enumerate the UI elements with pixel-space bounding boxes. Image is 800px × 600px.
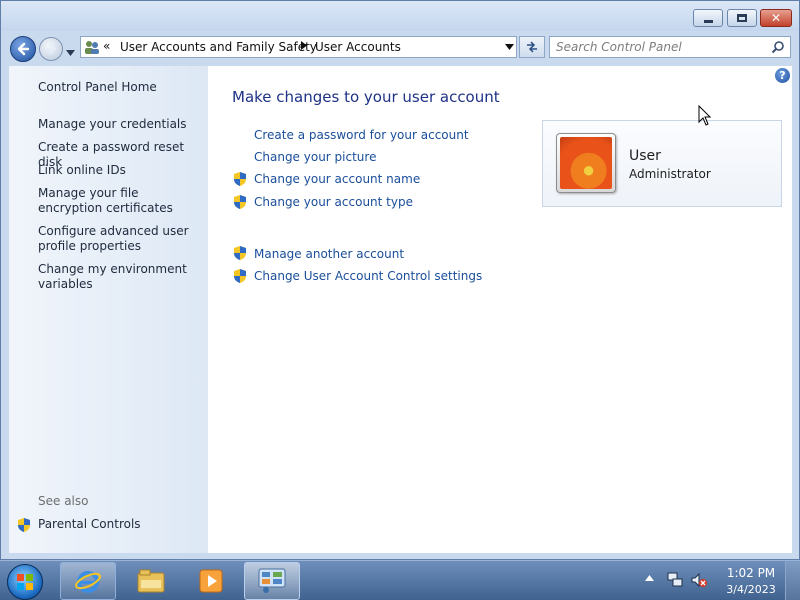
address-dropdown-button[interactable]	[505, 43, 514, 53]
close-button[interactable]: ✕	[760, 9, 792, 27]
media-player-icon	[199, 569, 223, 593]
content-area: Control Panel Home Manage your credentia…	[9, 66, 792, 553]
minimize-button[interactable]	[693, 9, 723, 27]
sidebar-parental-controls[interactable]: Parental Controls	[38, 517, 141, 531]
back-button[interactable]	[10, 36, 36, 62]
taskbar: 1:02 PM 3/4/2023	[0, 560, 800, 600]
help-icon[interactable]: ?	[775, 68, 790, 83]
sidebar-control-panel-home[interactable]: Control Panel Home	[38, 80, 157, 94]
windows-logo-icon	[17, 574, 33, 590]
recent-pages-dropdown[interactable]	[66, 45, 75, 59]
maximize-icon	[737, 14, 747, 22]
network-icon[interactable]	[666, 571, 684, 589]
navigation-bar: « User Accounts and Family Safety User A…	[1, 31, 799, 65]
breadcrumb-overflow-button[interactable]: «	[103, 39, 110, 53]
breadcrumb-user-accounts[interactable]: User Accounts	[315, 40, 401, 54]
search-box[interactable]	[549, 36, 791, 58]
refresh-button[interactable]	[519, 36, 545, 58]
avatar	[556, 133, 616, 193]
uac-shield-icon	[234, 246, 246, 260]
mouse-cursor-icon	[698, 105, 712, 126]
user-name: User	[629, 148, 661, 164]
breadcrumb-user-accounts-family-safety[interactable]: User Accounts and Family Safety	[120, 40, 317, 54]
user-role: Administrator	[629, 167, 711, 181]
start-button[interactable]	[7, 564, 43, 600]
clock-date[interactable]: 3/4/2023	[724, 583, 778, 596]
title-bar[interactable]: ✕	[1, 1, 799, 31]
sidebar-manage-encryption-certificates[interactable]: Manage your file encryption certificates	[38, 186, 203, 216]
show-desktop-button[interactable]	[785, 561, 800, 600]
minimize-icon	[703, 19, 713, 23]
volume-muted-icon[interactable]	[690, 571, 708, 589]
user-picture-image	[560, 137, 612, 189]
link-change-uac-settings[interactable]: Change User Account Control settings	[254, 269, 482, 283]
forward-arrow-icon	[46, 44, 56, 54]
taskbar-control-panel[interactable]	[244, 562, 300, 600]
sidebar-manage-credentials[interactable]: Manage your credentials	[38, 117, 203, 132]
task-pane: Control Panel Home Manage your credentia…	[9, 66, 208, 553]
back-arrow-icon	[17, 42, 30, 56]
link-change-picture[interactable]: Change your picture	[254, 150, 376, 164]
user-accounts-icon	[85, 41, 99, 54]
address-bar[interactable]: « User Accounts and Family Safety User A…	[80, 36, 517, 58]
windows-explorer-icon	[137, 569, 165, 593]
sidebar-change-environment-variables[interactable]: Change my environment variables	[38, 262, 203, 292]
show-hidden-icons-button[interactable]	[645, 574, 654, 584]
internet-explorer-icon	[75, 571, 101, 593]
link-change-account-type[interactable]: Change your account type	[254, 195, 413, 209]
forward-button[interactable]	[39, 37, 63, 61]
uac-shield-icon	[234, 172, 246, 186]
taskbar-windows-explorer[interactable]	[123, 562, 179, 600]
sidebar-configure-profile-properties[interactable]: Configure advanced user profile properti…	[38, 224, 203, 254]
chevron-down-icon	[66, 50, 75, 56]
link-change-account-name[interactable]: Change your account name	[254, 172, 420, 186]
taskbar-media-player[interactable]	[183, 562, 239, 600]
maximize-button[interactable]	[727, 9, 757, 27]
close-icon: ✕	[770, 11, 782, 25]
control-panel-icon	[258, 568, 286, 593]
refresh-icon	[527, 41, 537, 53]
page-title: Make changes to your user account	[232, 88, 500, 106]
see-also-heading: See also	[38, 494, 89, 508]
link-create-password[interactable]: Create a password for your account	[254, 128, 469, 142]
control-panel-window: ✕ « User Accounts and Family Safety User…	[0, 0, 800, 560]
user-account-card: User Administrator	[542, 120, 782, 207]
link-manage-another-account[interactable]: Manage another account	[254, 247, 404, 261]
sidebar-link-online-ids[interactable]: Link online IDs	[38, 163, 203, 178]
uac-shield-icon	[234, 195, 246, 209]
uac-shield-icon	[234, 269, 246, 283]
parental-controls-shield-icon	[18, 518, 30, 532]
clock-time[interactable]: 1:02 PM	[726, 566, 776, 580]
search-icon[interactable]	[771, 40, 785, 54]
taskbar-internet-explorer[interactable]	[60, 562, 116, 600]
search-input[interactable]	[556, 38, 761, 56]
breadcrumb-separator-icon[interactable]	[301, 41, 307, 53]
